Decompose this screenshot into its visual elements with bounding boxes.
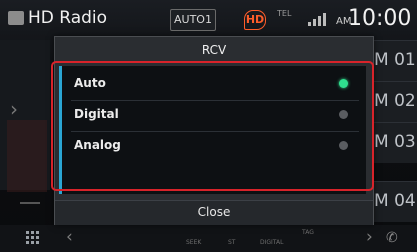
receive-mode-list: Auto Digital Analog: [59, 66, 366, 194]
rcv-dialog: RCV Auto Digital Analog Close: [54, 36, 374, 225]
bottom-control-bar: ‹ SEEK ST DIGITAL TAG › ✆: [0, 225, 417, 252]
chevron-right-icon[interactable]: ›: [366, 227, 373, 247]
close-button[interactable]: Close: [55, 200, 373, 225]
equalizer-icon[interactable]: [20, 186, 40, 204]
album-art: [7, 120, 47, 192]
mode-label-st: ST: [228, 239, 236, 246]
mode-label-seek[interactable]: SEEK: [186, 239, 201, 246]
preset-label: M 03: [374, 132, 416, 152]
mode-label-digital: DIGITAL: [260, 239, 284, 246]
radio-unselected-icon[interactable]: [339, 141, 348, 150]
preset-button[interactable]: M 01: [372, 40, 417, 81]
source-icon[interactable]: [8, 11, 24, 25]
option-label: Digital: [74, 107, 119, 121]
menu-grid-icon[interactable]: [26, 231, 40, 245]
preset-button[interactable]: M 04: [372, 181, 417, 222]
status-bar: HD Radio AUTO1 HD TEL AM 10:00: [0, 0, 417, 36]
tel-indicator: TEL: [277, 9, 292, 18]
signal-strength-icon: [308, 10, 328, 26]
clock-time: 10:00: [348, 6, 412, 31]
phone-icon[interactable]: ✆: [386, 230, 398, 246]
radio-selected-icon[interactable]: [339, 79, 348, 88]
mode-label-tag[interactable]: TAG: [302, 229, 314, 236]
screen-background: HD Radio AUTO1 HD TEL AM 10:00 › M 01 M …: [0, 0, 417, 252]
option-label: Analog: [74, 138, 121, 152]
source-title: HD Radio: [28, 8, 108, 28]
chevron-right-icon[interactable]: ›: [10, 97, 18, 121]
option-digital[interactable]: Digital: [62, 99, 366, 130]
preset-label: M 01: [374, 50, 416, 70]
option-auto[interactable]: Auto: [62, 68, 366, 99]
chevron-left-icon[interactable]: ‹: [66, 227, 73, 247]
preset-button[interactable]: M 02: [372, 81, 417, 122]
radio-unselected-icon[interactable]: [339, 110, 348, 119]
band-button[interactable]: AUTO1: [170, 9, 216, 31]
dialog-title: RCV: [201, 43, 227, 57]
station-info-panel: [0, 40, 50, 192]
preset-label: M 02: [374, 91, 416, 111]
option-analog[interactable]: Analog: [62, 130, 366, 161]
preset-button[interactable]: M 03: [372, 122, 417, 163]
preset-label: M 04: [374, 191, 416, 211]
option-label: Auto: [74, 76, 106, 90]
hd-radio-logo-icon: HD: [244, 10, 266, 30]
